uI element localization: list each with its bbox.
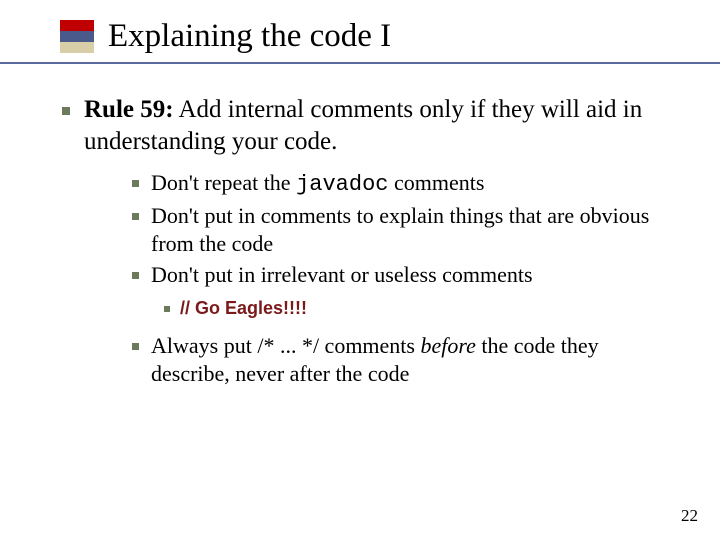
rule-label: Rule 59: [84,96,174,123]
square-bullet-icon [132,343,139,350]
list-item: Don't put in comments to explain things … [132,202,670,257]
list-item: Always put /* ... */ comments before the… [132,332,670,387]
sub-item-text: Don't repeat the javadoc comments [151,169,484,199]
list-item: // Go Eagles!!!! [164,297,670,320]
square-bullet-icon [132,180,139,187]
list-item: Don't repeat the javadoc comments [132,169,670,199]
square-bullet-icon [164,306,170,312]
sub-item-text: Always put /* ... */ comments before the… [151,332,670,387]
slide: Explaining the code I Rule 59: Add inter… [0,0,720,540]
square-bullet-icon [62,107,70,115]
sub-item-text: Don't put in comments to explain things … [151,202,670,257]
title-accent-icon [60,20,94,54]
list-item: Don't put in irrelevant or useless comme… [132,261,670,289]
sub-item-text: Don't put in irrelevant or useless comme… [151,261,533,289]
square-bullet-icon [132,272,139,279]
square-bullet-icon [132,213,139,220]
list-item: Rule 59: Add internal comments only if t… [62,94,670,391]
content-area: Rule 59: Add internal comments only if t… [40,94,680,391]
page-number: 22 [681,506,698,526]
code-comment-example: // Go Eagles!!!! [180,297,307,320]
title-underline [0,62,720,64]
slide-title: Explaining the code I [108,18,391,54]
rule-text: Rule 59: Add internal comments only if t… [84,94,670,157]
title-row: Explaining the code I [60,18,680,54]
